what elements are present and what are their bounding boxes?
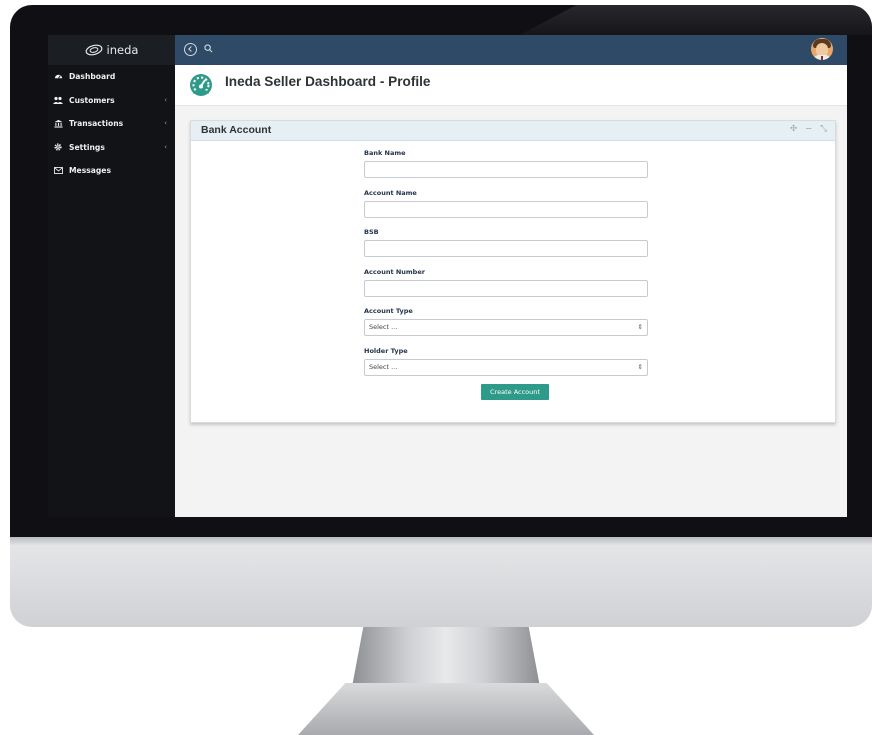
account-number-field[interactable]: [364, 279, 648, 297]
holder-type-value: Select ...: [369, 362, 398, 371]
panel-title: Bank Account: [201, 124, 272, 136]
expand-icon[interactable]: ⤡: [820, 124, 827, 134]
users-icon: [53, 95, 63, 105]
account-number-label: Account Number: [364, 267, 425, 276]
account-type-label: Account Type: [364, 307, 413, 315]
screen: ineda Dashboard Customers ‹ Transactions…: [48, 35, 847, 517]
top-bar: [175, 35, 847, 65]
bank-account-form: Bank Name Account Name BSB Account Numbe…: [364, 149, 648, 386]
monitor-chin: [10, 537, 872, 627]
sidebar: ineda Dashboard Customers ‹ Transactions…: [48, 35, 175, 517]
sidebar-item-label: Settings: [69, 142, 105, 152]
panel-header: Bank Account ✣ − ⤡: [191, 121, 835, 141]
select-arrows-icon: ⇕: [637, 362, 643, 371]
bank-name-field[interactable]: [364, 161, 648, 178]
panel-tools: ✣ − ⤡: [790, 124, 827, 134]
screen-glare: [520, 5, 872, 35]
avatar[interactable]: [811, 38, 833, 60]
monitor-stand-foot: [298, 683, 594, 735]
bank-account-panel: Bank Account ✣ − ⤡ Bank Name Account Nam…: [190, 120, 836, 423]
dashboard-gauge-icon: [190, 74, 212, 96]
search-icon[interactable]: [204, 44, 213, 53]
sidebar-item-customers[interactable]: Customers ‹: [48, 89, 175, 113]
sidebar-item-label: Customers: [69, 95, 115, 105]
chevron-left-icon: ‹: [164, 95, 167, 104]
page-header: Ineda Seller Dashboard - Profile: [175, 65, 847, 106]
bsb-field[interactable]: [364, 240, 648, 257]
sidebar-item-transactions[interactable]: Transactions ‹: [48, 112, 175, 136]
account-name-field[interactable]: [364, 200, 648, 218]
chevron-left-icon: ‹: [164, 142, 167, 151]
create-account-button[interactable]: Create Account: [481, 384, 549, 400]
account-type-select[interactable]: Select ... ⇕: [364, 319, 648, 336]
sidebar-item-label: Dashboard: [69, 72, 116, 82]
bank-icon: [53, 119, 63, 129]
select-arrows-icon: ⇕: [637, 323, 643, 331]
chevron-left-icon: ‹: [164, 119, 167, 127]
sidebar-item-settings[interactable]: Settings ‹: [48, 136, 175, 160]
holder-type-label: Holder Type: [364, 346, 408, 355]
gear-icon: [53, 142, 63, 152]
sidebar-item-messages[interactable]: Messages: [48, 159, 175, 183]
page-title: Ineda Seller Dashboard - Profile: [225, 74, 431, 89]
sidebar-item-label: Messages: [69, 166, 111, 176]
sidebar-item-label: Transactions: [69, 119, 124, 129]
back-icon[interactable]: [184, 43, 197, 56]
account-name-label: Account Name: [364, 188, 417, 197]
bank-name-label: Bank Name: [364, 149, 406, 157]
envelope-icon: [53, 166, 63, 176]
brand-name: ineda: [106, 43, 139, 57]
sidebar-item-dashboard[interactable]: Dashboard: [48, 65, 175, 89]
monitor-stand-neck: [352, 627, 540, 687]
bsb-label: BSB: [364, 228, 379, 236]
dashboard-icon: [53, 72, 63, 82]
holder-type-select[interactable]: Select ... ⇕: [364, 358, 648, 376]
account-type-value: Select ...: [369, 323, 398, 331]
ineda-logo-icon: [85, 44, 102, 56]
minimize-icon[interactable]: −: [805, 124, 812, 134]
move-icon[interactable]: ✣: [790, 124, 797, 134]
monitor-chin-edge: [10, 537, 872, 545]
brand-logo[interactable]: ineda: [48, 35, 175, 65]
